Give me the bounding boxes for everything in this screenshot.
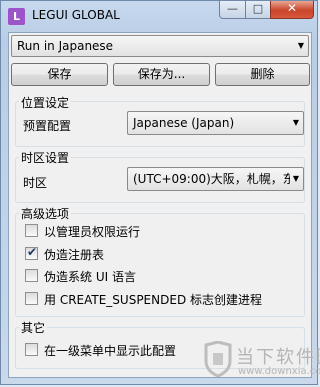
checkbox[interactable]: ✔ xyxy=(25,245,38,260)
delete-button[interactable]: 删除 xyxy=(215,63,310,86)
client-area: Run in Japanese ▼ 保存 保存为... 删除 位置设定 预置配置… xyxy=(8,32,312,378)
preset-select-value: Japanese (Japan) xyxy=(133,116,235,130)
other-group-title: 其它 xyxy=(19,319,48,336)
title-bar[interactable]: L LEGUI GLOBAL — □ ✕ xyxy=(1,1,317,33)
dropdown-arrow-icon: ▼ xyxy=(289,168,299,190)
checkbox[interactable] xyxy=(25,292,38,305)
timezone-group-title: 时区设置 xyxy=(19,149,72,166)
checkbox-label: 以管理员权限运行 xyxy=(44,225,141,239)
close-icon: ✕ xyxy=(286,1,298,15)
location-group-title: 位置设定 xyxy=(19,94,72,111)
dropdown-arrow-icon: ▼ xyxy=(292,118,299,127)
save-as-button[interactable]: 保存为... xyxy=(113,63,210,86)
profile-select-value: Run in Japanese xyxy=(17,39,114,53)
window-title: LEGUI GLOBAL xyxy=(32,8,120,22)
minimize-button[interactable]: — xyxy=(219,1,246,19)
timezone-label: 时区 xyxy=(23,176,48,190)
checkbox-label: 在一级菜单中显示此配置 xyxy=(44,344,177,358)
save-button[interactable]: 保存 xyxy=(11,63,108,86)
timezone-select-value: (UTC+09:00)大阪，札幌，东 xyxy=(133,172,295,186)
profile-select[interactable]: Run in Japanese ▼ xyxy=(11,35,309,57)
timezone-select[interactable]: (UTC+09:00)大阪，札幌，东 ▼ xyxy=(127,167,304,191)
minimize-icon: — xyxy=(227,2,238,15)
preset-label: 预置配置 xyxy=(23,119,72,133)
maximize-icon: □ xyxy=(252,2,264,15)
checkbox-label: 伪造系统 UI 语言 xyxy=(44,270,136,284)
dropdown-arrow-icon: ▼ xyxy=(297,41,304,50)
checkbox[interactable] xyxy=(25,269,38,282)
checkbox-label: 伪造注册表 xyxy=(44,248,105,262)
watermark-logo-icon xyxy=(204,341,232,377)
checkbox-label: 用 CREATE_SUSPENDED 标志创建进程 xyxy=(44,293,262,307)
app-icon: L xyxy=(8,8,25,25)
app-window: L LEGUI GLOBAL — □ ✕ Run in Japanese ▼ 保… xyxy=(0,0,318,385)
maximize-button[interactable]: □ xyxy=(245,1,271,19)
watermark-url: www.downxia.com xyxy=(238,366,320,377)
preset-select[interactable]: Japanese (Japan) ▼ xyxy=(127,111,304,135)
checkbox[interactable] xyxy=(25,224,38,237)
close-button[interactable]: ✕ xyxy=(270,1,314,19)
check-icon: ✔ xyxy=(27,245,38,259)
advanced-group-title: 高级选项 xyxy=(19,205,72,222)
checkbox[interactable] xyxy=(25,343,38,356)
watermark: 当下软件园 www.downxia.com xyxy=(200,335,320,385)
